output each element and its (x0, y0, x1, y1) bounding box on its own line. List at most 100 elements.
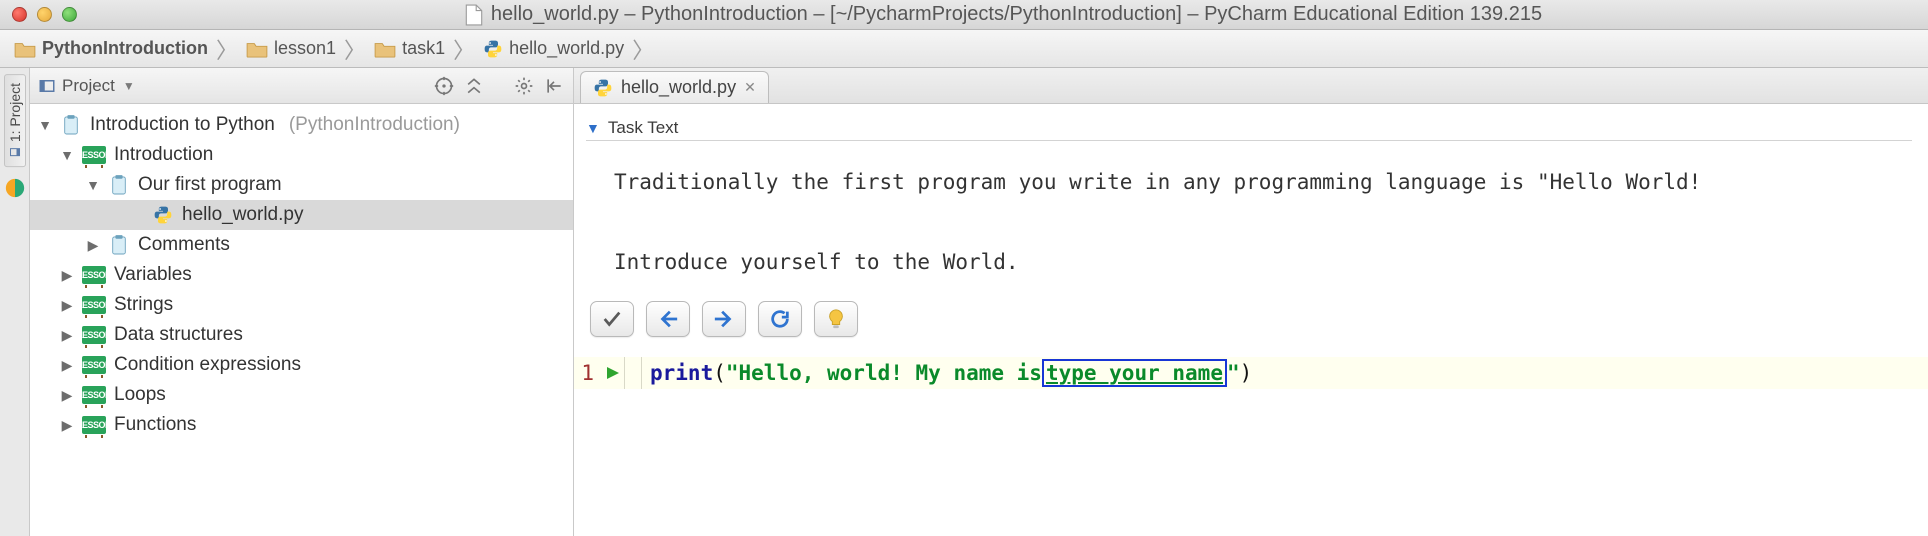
tree-item-label: Comments (138, 234, 230, 256)
expand-toggle[interactable] (60, 357, 74, 374)
expand-toggle[interactable] (60, 327, 74, 344)
project-panel-title[interactable]: Project ▼ (38, 76, 135, 96)
tree-item-label: Loops (114, 384, 166, 406)
project-tree[interactable]: Introduction to Python (PythonIntroducti… (30, 104, 573, 446)
tree-item-variables[interactable]: LESSON Variables (30, 260, 573, 290)
collapse-triangle-icon: ▼ (586, 120, 600, 136)
editor-tab-hello-world[interactable]: hello_world.py ✕ (580, 71, 769, 103)
token-string-suffix: " (1227, 361, 1240, 385)
task-text-body: Traditionally the first program you writ… (586, 155, 1912, 295)
fold-margin (624, 357, 642, 389)
project-panel-header: Project ▼ (30, 68, 573, 104)
lesson-icon: LESSON (82, 326, 106, 344)
editor-area: hello_world.py ✕ ▼ Task Text Traditional… (574, 68, 1928, 536)
chevron-right-icon: 〉 (214, 33, 240, 65)
tree-item-functions[interactable]: LESSON Functions (30, 410, 573, 440)
minimize-window-button[interactable] (37, 7, 52, 22)
expand-toggle[interactable] (86, 237, 100, 254)
task-buttons (586, 295, 1912, 347)
pycharm-logo-icon (4, 177, 26, 199)
tree-root-label: Introduction to Python (90, 114, 275, 136)
code-line-1[interactable]: 1 print("Hello, world! My name is type y… (574, 357, 1928, 389)
python-file-icon (152, 204, 174, 226)
left-tool-strip: 1: Project (0, 68, 30, 536)
expand-toggle[interactable] (60, 297, 74, 314)
project-tab-label: 1: Project (7, 83, 23, 142)
expand-toggle[interactable] (60, 387, 74, 404)
refresh-task-button[interactable] (758, 301, 802, 337)
expand-toggle[interactable] (38, 117, 52, 133)
answer-placeholder[interactable]: type your name (1042, 359, 1227, 387)
folder-icon (374, 40, 396, 58)
breadcrumb-label: hello_world.py (509, 38, 624, 59)
task-text-header[interactable]: ▼ Task Text (586, 118, 1912, 141)
tree-item-label: Introduction (114, 144, 213, 166)
lesson-icon: LESSON (82, 296, 106, 314)
tree-item-introduction[interactable]: LESSON Introduction (30, 140, 573, 170)
breadcrumb-label: PythonIntroduction (42, 38, 208, 59)
breadcrumb-item-task1[interactable]: task1 (368, 38, 451, 59)
editor-tab-row: hello_world.py ✕ (574, 68, 1928, 104)
window-title-bar: hello_world.py – PythonIntroduction – [~… (0, 0, 1928, 30)
tree-item-label: hello_world.py (182, 204, 303, 226)
tree-item-data-structures[interactable]: LESSON Data structures (30, 320, 573, 350)
scroll-to-source-button[interactable] (433, 75, 455, 97)
breadcrumb-item-file[interactable]: hello_world.py (477, 38, 630, 59)
tree-item-our-first-program[interactable]: Our first program (30, 170, 573, 200)
tree-item-label: Variables (114, 264, 192, 286)
token-close-paren: ) (1240, 361, 1253, 385)
dropdown-arrow-icon: ▼ (123, 79, 135, 93)
chevron-right-icon: 〉 (451, 33, 477, 65)
lesson-icon: LESSON (82, 386, 106, 404)
traffic-lights (12, 7, 77, 22)
task-icon (108, 234, 130, 256)
code-text[interactable]: print("Hello, world! My name is type you… (642, 359, 1252, 387)
tree-item-loops[interactable]: LESSON Loops (30, 380, 573, 410)
expand-toggle[interactable] (60, 147, 74, 163)
token-open-paren: ( (713, 361, 726, 385)
project-panel: Project ▼ Intro (30, 68, 574, 536)
expand-toggle[interactable] (86, 177, 100, 193)
zoom-window-button[interactable] (62, 7, 77, 22)
settings-button[interactable] (513, 75, 535, 97)
collapse-all-button[interactable] (463, 75, 485, 97)
tree-root[interactable]: Introduction to Python (PythonIntroducti… (30, 110, 573, 140)
breadcrumb-item-lesson1[interactable]: lesson1 (240, 38, 342, 59)
hide-panel-button[interactable] (543, 75, 565, 97)
python-file-icon (593, 78, 613, 98)
tree-item-label: Functions (114, 414, 196, 436)
run-gutter-icon[interactable] (600, 365, 624, 381)
task-panel: ▼ Task Text Traditionally the first prog… (574, 104, 1928, 357)
project-icon (38, 77, 56, 95)
task-icon (108, 174, 130, 196)
tree-item-label: Our first program (138, 174, 282, 196)
breadcrumb: PythonIntroduction 〉 lesson1 〉 task1 〉 h… (0, 30, 1928, 68)
project-toolwindow-tab[interactable]: 1: Project (4, 74, 26, 167)
expand-toggle[interactable] (60, 417, 74, 434)
next-task-button[interactable] (702, 301, 746, 337)
breadcrumb-item-project[interactable]: PythonIntroduction (8, 38, 214, 59)
tree-item-condition-expressions[interactable]: LESSON Condition expressions (30, 350, 573, 380)
window-title: hello_world.py – PythonIntroduction – [~… (91, 3, 1916, 26)
tree-item-strings[interactable]: LESSON Strings (30, 290, 573, 320)
hint-button[interactable] (814, 301, 858, 337)
tree-item-label: Strings (114, 294, 173, 316)
close-window-button[interactable] (12, 7, 27, 22)
task-text-line1: Traditionally the first program you writ… (614, 170, 1701, 194)
tree-item-hello-world-py[interactable]: hello_world.py (30, 200, 573, 230)
chevron-right-icon: 〉 (342, 33, 368, 65)
tree-item-comments[interactable]: Comments (30, 230, 573, 260)
previous-task-button[interactable] (646, 301, 690, 337)
editor-tab-label: hello_world.py (621, 77, 736, 98)
lesson-icon: LESSON (82, 266, 106, 284)
breadcrumb-label: task1 (402, 38, 445, 59)
project-icon (9, 146, 21, 158)
expand-toggle[interactable] (60, 267, 74, 284)
lesson-icon: LESSON (82, 356, 106, 374)
check-task-button[interactable] (590, 301, 634, 337)
code-editor[interactable]: 1 print("Hello, world! My name is type y… (574, 357, 1928, 389)
breadcrumb-label: lesson1 (274, 38, 336, 59)
workspace: 1: Project Project ▼ (0, 68, 1928, 536)
token-string-prefix: "Hello, world! My name is (726, 361, 1042, 385)
close-icon[interactable]: ✕ (744, 79, 756, 96)
